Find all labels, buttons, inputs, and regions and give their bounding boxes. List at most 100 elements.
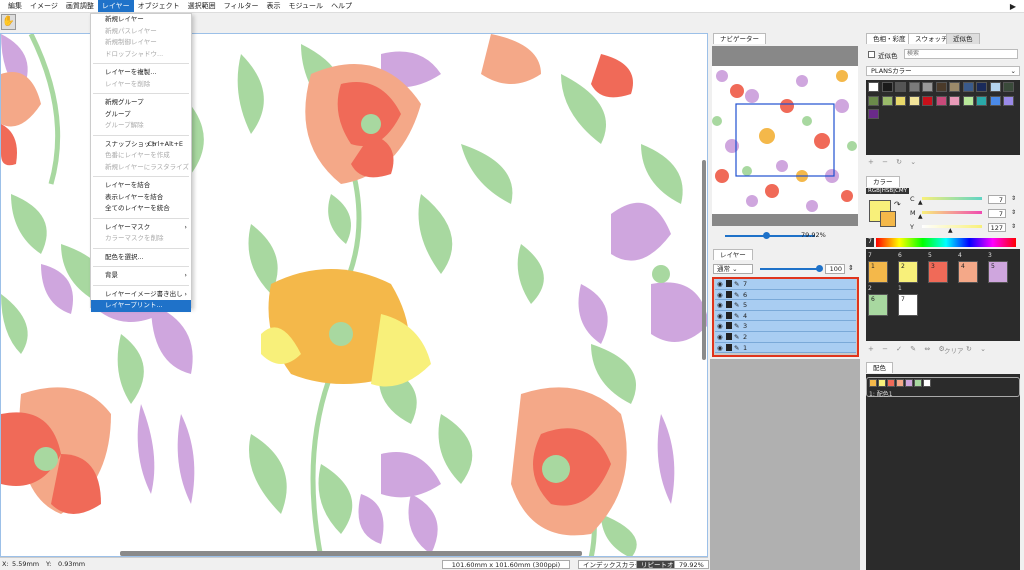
- eye-icon[interactable]: ◉: [717, 290, 723, 300]
- menu-module[interactable]: モジュール: [285, 0, 328, 12]
- layer-menu-item[interactable]: 新規グループ: [91, 97, 191, 109]
- swatch[interactable]: [949, 95, 960, 106]
- eye-icon[interactable]: ◉: [717, 311, 723, 321]
- index-color-chip[interactable]: 3: [928, 261, 948, 283]
- layer-menu-item[interactable]: 背景 ›: [91, 270, 191, 282]
- zoom-slider-knob[interactable]: [763, 232, 770, 239]
- layer-menu-item[interactable]: 新規レイヤー: [91, 14, 191, 26]
- menu-adjust[interactable]: 画質調整: [62, 0, 98, 12]
- layer-menu-item[interactable]: レイヤーを結合: [91, 180, 191, 192]
- channel-m-value[interactable]: 7: [988, 209, 1006, 218]
- tab-navigator[interactable]: ナビゲーター: [713, 33, 766, 44]
- swatch[interactable]: [962, 95, 974, 106]
- eye-icon[interactable]: ◉: [717, 321, 723, 331]
- menu-filter[interactable]: フィルター: [220, 0, 263, 12]
- index-color-chip[interactable]: 1: [868, 261, 888, 283]
- layer-menu-item[interactable]: レイヤープリント...: [91, 300, 191, 312]
- index-color-more-icons[interactable]: ↻ ⌄: [966, 345, 989, 353]
- layer-menu-item[interactable]: レイヤーマスク ›: [91, 222, 191, 234]
- swap-colors-icon[interactable]: ↷: [894, 200, 901, 209]
- channel-c-value[interactable]: 7: [988, 195, 1006, 204]
- menu-object[interactable]: オブジェクト: [134, 0, 184, 12]
- panel-toggle-icon[interactable]: ▶: [1010, 2, 1016, 11]
- layer-lock-icon[interactable]: [726, 311, 732, 319]
- channel-m-knob[interactable]: ▲: [918, 213, 923, 220]
- swatch-toolbar-icons[interactable]: + − ↻ ⌄: [868, 158, 919, 166]
- swatch[interactable]: [989, 82, 1001, 92]
- eye-icon[interactable]: ◉: [717, 343, 723, 353]
- channel-c-knob[interactable]: ▲: [918, 199, 923, 206]
- layer-row[interactable]: ◉ ✎ 6: [715, 289, 856, 301]
- opacity-slider[interactable]: [760, 268, 820, 270]
- opacity-spinner-icon[interactable]: ⇕: [848, 264, 854, 272]
- swatch[interactable]: [1003, 95, 1014, 106]
- layer-row[interactable]: ◉ ✎ 7: [715, 279, 856, 290]
- eye-icon[interactable]: ◉: [717, 279, 723, 289]
- swatch[interactable]: [935, 82, 947, 92]
- index-color-chip[interactable]: 6: [868, 294, 888, 316]
- swatch[interactable]: [989, 95, 1001, 106]
- tab-haishoku[interactable]: 配色: [866, 362, 893, 373]
- channel-y-knob[interactable]: ▲: [948, 227, 953, 234]
- swatch[interactable]: [881, 95, 893, 106]
- swatch[interactable]: [881, 82, 893, 92]
- index-color-chip[interactable]: 5: [988, 261, 1008, 283]
- tab-color[interactable]: カラー: [866, 176, 900, 187]
- swatch[interactable]: [962, 82, 974, 92]
- layer-lock-icon[interactable]: [726, 343, 732, 351]
- swatch[interactable]: [868, 95, 879, 106]
- swatch[interactable]: [935, 95, 947, 106]
- layer-row[interactable]: ◉ ✎ 4: [715, 310, 856, 322]
- mode-hsb[interactable]: HSB: [882, 188, 893, 194]
- opacity-input[interactable]: 100: [825, 264, 845, 274]
- channel-spinner-icons[interactable]: ⇕ ⇕ ⇕: [1011, 195, 1016, 230]
- layer-lock-icon[interactable]: [726, 301, 732, 309]
- layer-menu-item[interactable]: スナップショット Ctrl+Alt+E: [91, 139, 191, 151]
- swatch-search-input[interactable]: [904, 49, 1018, 59]
- layer-menu-item[interactable]: 全てのレイヤーを統合: [91, 203, 191, 215]
- swatch[interactable]: [922, 82, 933, 92]
- hand-tool-icon[interactable]: ✋: [1, 14, 16, 30]
- swatch[interactable]: [1003, 82, 1014, 92]
- swatch[interactable]: [908, 82, 920, 92]
- swatch[interactable]: [976, 82, 987, 92]
- background-color[interactable]: [880, 211, 896, 227]
- menu-selection[interactable]: 選択範囲: [184, 0, 220, 12]
- swatch[interactable]: [922, 95, 933, 106]
- tab-approx-color[interactable]: 近似色: [946, 33, 980, 44]
- layer-menu-item[interactable]: レイヤーイメージ書き出し ›: [91, 289, 191, 301]
- vertical-scrollbar[interactable]: [702, 160, 706, 360]
- index-color-chip[interactable]: 2: [898, 261, 918, 283]
- palette-select[interactable]: PLANSカラー ⌄: [866, 66, 1020, 76]
- layer-menu-item[interactable]: 配色を選択...: [91, 252, 191, 264]
- index-color-chip[interactable]: 4: [958, 261, 978, 283]
- mode-cmy[interactable]: CMY: [895, 188, 907, 194]
- blend-mode-select[interactable]: 通常 ⌄: [713, 264, 753, 274]
- channel-c-slider[interactable]: [922, 197, 982, 200]
- menu-help[interactable]: ヘルプ: [327, 0, 356, 12]
- index-color-chip[interactable]: 7: [898, 294, 918, 316]
- horizontal-scrollbar[interactable]: [120, 551, 582, 556]
- approx-color-checkbox[interactable]: [868, 51, 875, 58]
- layer-row[interactable]: ◉ ✎ 3: [715, 321, 856, 332]
- menu-layer[interactable]: レイヤー: [97, 0, 134, 12]
- swatch[interactable]: [868, 82, 879, 92]
- swatch[interactable]: [895, 95, 906, 106]
- swatch[interactable]: [868, 109, 879, 119]
- clear-button[interactable]: クリア: [944, 345, 964, 355]
- layer-lock-icon[interactable]: [726, 332, 732, 340]
- channel-m-slider[interactable]: [922, 211, 982, 214]
- mode-rgb[interactable]: RGB: [868, 188, 880, 194]
- layer-lock-icon[interactable]: [726, 322, 732, 330]
- tab-hue-saturation[interactable]: 色相・彩度: [866, 33, 913, 44]
- eye-icon[interactable]: ◉: [717, 332, 723, 342]
- navigator-thumbnail[interactable]: [712, 66, 858, 214]
- opacity-slider-knob[interactable]: [816, 265, 823, 272]
- eye-icon[interactable]: ◉: [717, 300, 723, 310]
- swatch[interactable]: [895, 82, 906, 92]
- layer-menu-item[interactable]: レイヤーを複製...: [91, 67, 191, 79]
- layer-row[interactable]: ◉ ✎ 1: [715, 342, 856, 354]
- menu-image[interactable]: イメージ: [26, 0, 62, 12]
- layer-lock-icon[interactable]: [726, 290, 732, 298]
- color-mode-buttons[interactable]: RGB|HSB|CMY: [866, 188, 909, 194]
